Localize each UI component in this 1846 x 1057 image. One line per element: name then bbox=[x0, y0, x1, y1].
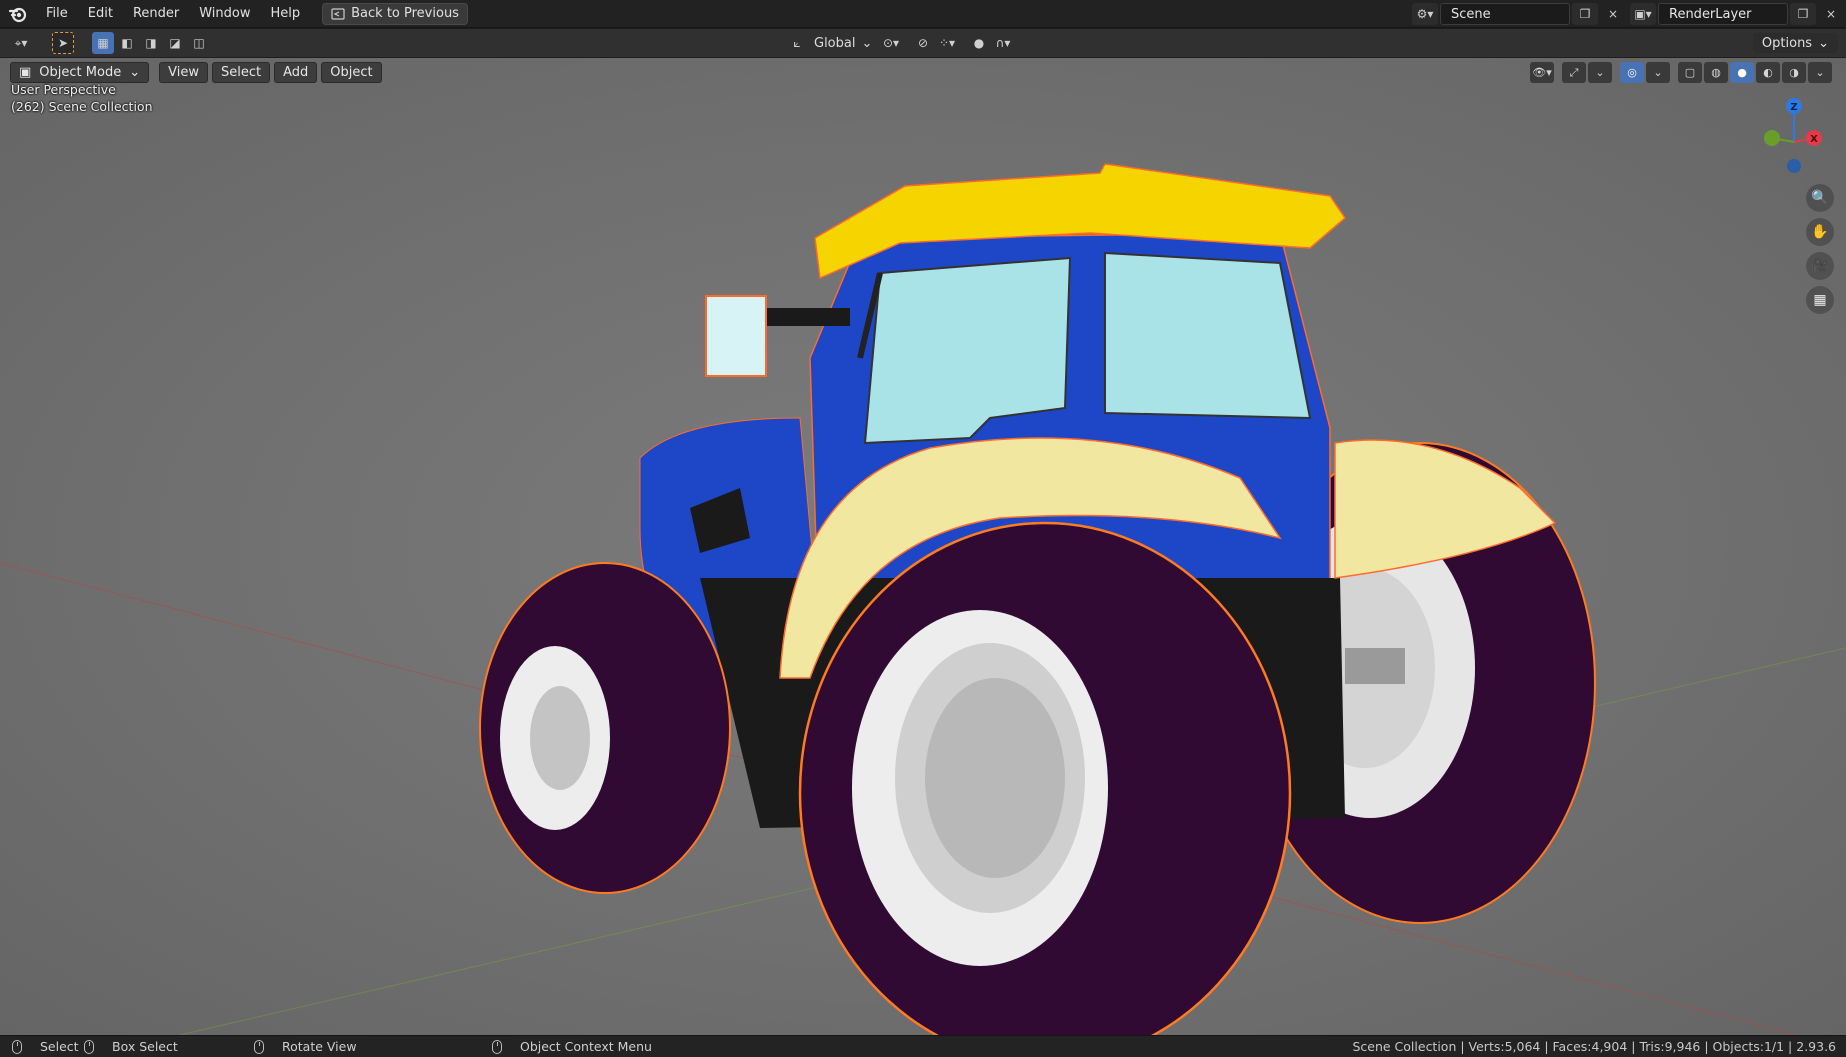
scene-selector: ⚙▾ Scene ❐ × bbox=[1412, 3, 1626, 25]
chevron-down-icon: ⌄ bbox=[861, 35, 873, 51]
wireframe-shading-icon[interactable]: ◍ bbox=[1704, 62, 1728, 83]
material-shading-icon[interactable]: ◐ bbox=[1756, 62, 1780, 83]
collection-label: (262) Scene Collection bbox=[11, 99, 153, 114]
chevron-down-icon: ⌄ bbox=[129, 65, 141, 80]
transform-orientation[interactable]: ⟀ Global ⌄ bbox=[786, 32, 872, 54]
orientation-label: Global bbox=[814, 35, 856, 51]
gizmo-toggle-icon[interactable]: ⤢ bbox=[1562, 62, 1586, 83]
viewport-display-controls: 👁▾ ⤢ ⌄ ◎ ⌄ ▢ ◍ ● ◐ ◑ ⌄ bbox=[1530, 62, 1832, 83]
scene-name-field[interactable]: Scene bbox=[1440, 3, 1570, 25]
menu-select[interactable]: Select bbox=[211, 62, 271, 83]
top-bar: File Edit Render Window Help Back to Pre… bbox=[0, 0, 1846, 28]
menu-add[interactable]: Add bbox=[274, 62, 318, 83]
shading-dropdown-icon[interactable]: ⌄ bbox=[1808, 62, 1832, 83]
object-mode-icon: ▣ bbox=[19, 65, 32, 80]
chevron-down-icon: ⌄ bbox=[1818, 35, 1829, 51]
menu-file[interactable]: File bbox=[36, 0, 78, 28]
snap-icon[interactable]: ⊘ bbox=[912, 32, 934, 54]
editor-type-icon[interactable]: ⌖▾ bbox=[10, 32, 32, 54]
front-left-wheel bbox=[479, 562, 731, 894]
select-intersect-icon[interactable]: ◫ bbox=[188, 32, 210, 54]
scene-statistics: Scene Collection | Verts:5,064 | Faces:4… bbox=[1352, 1039, 1836, 1054]
orientation-icon: ⟀ bbox=[793, 35, 801, 50]
menu-help[interactable]: Help bbox=[261, 0, 311, 28]
options-button[interactable]: Options ⌄ bbox=[1752, 33, 1838, 53]
status-bar: Select Box Select Rotate View Object Con… bbox=[0, 1035, 1846, 1057]
renderlayer-name-field[interactable]: RenderLayer bbox=[1658, 3, 1788, 25]
scene-close-icon[interactable]: × bbox=[1600, 3, 1626, 25]
renderlayer-selector: ▣▾ RenderLayer ❐ × bbox=[1630, 3, 1844, 25]
rendered-shading-icon[interactable]: ◑ bbox=[1782, 62, 1806, 83]
mouse-drag-icon bbox=[84, 1039, 94, 1054]
options-label: Options bbox=[1761, 35, 1813, 51]
navigation-tools: 🔍 ✋ 🎥 ▦ bbox=[1806, 184, 1834, 314]
neg-z-axis-icon bbox=[1787, 159, 1801, 173]
menu-window[interactable]: Window bbox=[189, 0, 260, 28]
visibility-icon[interactable]: 👁▾ bbox=[1530, 62, 1554, 83]
xray-toggle-icon[interactable]: ▢ bbox=[1678, 62, 1702, 83]
y-axis-icon bbox=[1764, 130, 1780, 146]
snap-target-icon[interactable]: ⁘▾ bbox=[936, 32, 958, 54]
perspective-label: User Perspective bbox=[11, 82, 116, 97]
pivot-point-icon[interactable]: ⊙▾ bbox=[880, 32, 902, 54]
select-extend-icon[interactable]: ◧ bbox=[116, 32, 138, 54]
mouse-middle-icon bbox=[254, 1039, 264, 1054]
layer-new-icon[interactable]: ❐ bbox=[1790, 3, 1816, 25]
camera-icon[interactable]: 🎥 bbox=[1806, 252, 1834, 280]
solid-shading-icon[interactable]: ● bbox=[1730, 62, 1754, 83]
editor-type[interactable]: ⌖▾ bbox=[10, 32, 32, 54]
main-menu: File Edit Render Window Help bbox=[36, 0, 310, 28]
mode-label: Object Mode bbox=[39, 65, 122, 80]
scene-new-icon[interactable]: ❐ bbox=[1572, 3, 1598, 25]
status-context-menu: Object Context Menu bbox=[492, 1039, 652, 1054]
back-to-previous-button[interactable]: Back to Previous bbox=[322, 2, 468, 25]
menu-edit[interactable]: Edit bbox=[78, 0, 123, 28]
layer-close-icon[interactable]: × bbox=[1818, 3, 1844, 25]
back-icon bbox=[331, 7, 345, 20]
select-tool-icon[interactable]: ➤ bbox=[52, 32, 74, 54]
mouse-right-icon bbox=[492, 1039, 502, 1054]
3d-viewport[interactable]: ▣ Object Mode ⌄ View Select Add Object U… bbox=[0, 58, 1846, 1035]
ortho-grid-icon[interactable]: ▦ bbox=[1806, 286, 1834, 314]
gizmo-dropdown-icon[interactable]: ⌄ bbox=[1588, 62, 1612, 83]
scene-browse-icon[interactable]: ⚙▾ bbox=[1412, 3, 1438, 25]
blender-logo-icon[interactable] bbox=[0, 0, 36, 28]
status-select: Select bbox=[12, 1039, 79, 1054]
falloff-icon[interactable]: ∩▾ bbox=[992, 32, 1014, 54]
overlays-dropdown-icon[interactable]: ⌄ bbox=[1646, 62, 1670, 83]
svg-text:Z: Z bbox=[1790, 102, 1797, 113]
viewport-header: ▣ Object Mode ⌄ View Select Add Object bbox=[10, 62, 382, 83]
back-label: Back to Previous bbox=[351, 6, 459, 21]
menu-view[interactable]: View bbox=[159, 62, 208, 83]
mode-selector[interactable]: ▣ Object Mode ⌄ bbox=[10, 62, 150, 83]
svg-text:X: X bbox=[1810, 134, 1818, 145]
select-invert-icon[interactable]: ◪ bbox=[164, 32, 186, 54]
rear-left-wheel bbox=[798, 521, 1292, 1035]
pan-hand-icon[interactable]: ✋ bbox=[1806, 218, 1834, 246]
overlays-toggle-icon[interactable]: ◎ bbox=[1620, 62, 1644, 83]
select-subtract-icon[interactable]: ◨ bbox=[140, 32, 162, 54]
layer-browse-icon[interactable]: ▣▾ bbox=[1630, 3, 1656, 25]
scene-canvas bbox=[0, 163, 1846, 1035]
zoom-icon[interactable]: 🔍 bbox=[1806, 184, 1834, 212]
select-new-icon[interactable]: ▦ bbox=[92, 32, 114, 54]
menu-object[interactable]: Object bbox=[321, 62, 382, 83]
tool-header: ⌖▾ ➤ ▦ ◧ ◨ ◪ ◫ ⟀ Global ⌄ ⊙▾ ⊘ ⁘▾ ● ∩▾ O… bbox=[0, 29, 1846, 58]
menu-render[interactable]: Render bbox=[123, 0, 189, 28]
selection-mode-group: ▦ ◧ ◨ ◪ ◫ bbox=[92, 32, 210, 54]
navigation-gizmo[interactable]: Z X bbox=[1750, 94, 1830, 184]
status-box-select: Box Select bbox=[84, 1039, 178, 1054]
mouse-left-icon bbox=[12, 1039, 22, 1054]
proportional-edit-icon[interactable]: ● bbox=[968, 32, 990, 54]
status-rotate-view: Rotate View bbox=[254, 1039, 357, 1054]
